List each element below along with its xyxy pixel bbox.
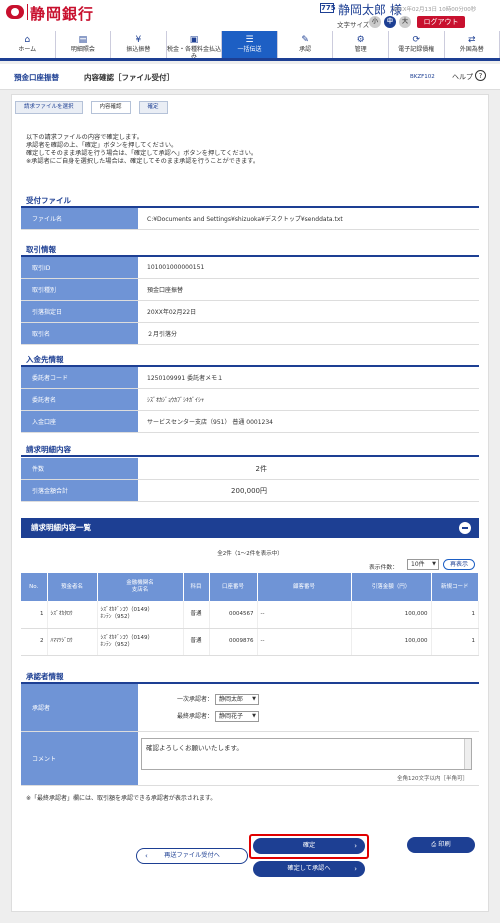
nav-home[interactable]: ⌂ ホーム — [0, 31, 56, 58]
chevron-left-icon: ‹ — [145, 852, 148, 860]
text-size-medium-button[interactable]: 中 — [384, 16, 396, 28]
consignor-code-row: 委託者コード 1250109991 委託者メモ１ — [21, 367, 479, 389]
comment-scrollbar[interactable] — [464, 739, 471, 769]
detail-table: No. 預金者名 金融機関名 支店名 科目 口座番号 顧客番号 引落金額（円） … — [21, 573, 479, 656]
nav-e-receivable[interactable]: ⟳ 電子記録債権 — [389, 31, 445, 58]
approver-row: 承認者 一次承認者： 静岡太郎 最終承認者： 静岡花子 — [21, 684, 479, 732]
logout-button[interactable]: ログアウト — [417, 16, 465, 28]
display-count-select[interactable]: 10件 — [407, 559, 439, 570]
nav-tax-payment[interactable]: ▣ 税金・各種料金払込み — [167, 31, 223, 60]
file-name-row: ファイル名 C:¥Documents and Settings¥shizuoka… — [21, 208, 479, 230]
table-row: 1 ｼｽﾞｵｶﾀﾛｳ ｼｽﾞｵｶｷﾞﾝｺｳ（0149） ﾎﾝﾃﾝ（952） 普通 … — [21, 601, 479, 629]
withdrawal-date-row: 引落指定日 20XX年02月22日 — [21, 301, 479, 323]
pager-text: 全2件（1～2件を表示中） — [217, 551, 283, 557]
intro-text: 以下の請求ファイルの内容で確定します。 承認者を確認の上、「確定」ボタンを押して… — [26, 134, 260, 165]
user-badge: 775 — [320, 3, 336, 13]
column-header: 引落金額（円） — [351, 573, 432, 601]
back-to-resend-button[interactable]: ‹ 再送ファイル受付へ — [136, 848, 248, 864]
consignor-name-row: 委託者名 ｼｽﾞｵｶｼﾞｮｳｶﾌﾞｼｷｶﾞｲｼｬ — [21, 389, 479, 411]
section-heading-transaction: 取引情報 — [26, 245, 56, 254]
management-icon: ⚙ — [356, 35, 365, 45]
first-approver-label: 一次承認者： — [177, 695, 214, 703]
home-icon: ⌂ — [24, 35, 31, 45]
final-approver-select[interactable]: 静岡花子 — [214, 710, 259, 722]
page-category: 預金口座振替 — [14, 73, 59, 82]
text-size-large-button[interactable]: 大 — [399, 16, 411, 28]
section-heading-file: 受付ファイル — [26, 196, 71, 205]
deposit-account-row: 入金口座 サービスセンター支店（951） 普通 0001234 — [21, 411, 479, 433]
nav-approval[interactable]: ✎ 承認 — [278, 31, 334, 58]
nav-transfer[interactable]: ¥ 振込振替 — [111, 31, 167, 58]
nav-management[interactable]: ⚙ 管理 — [333, 31, 389, 58]
confirm-button[interactable]: 確定 › — [253, 838, 365, 854]
text-size-small-button[interactable]: 小 — [369, 16, 381, 28]
column-header: 口座番号 — [209, 573, 258, 601]
first-approver-select[interactable]: 静岡太郎 — [214, 693, 259, 705]
total-amount-row: 引落金額合計 200,000円 — [21, 480, 479, 502]
document-list-icon: ▤ — [78, 35, 88, 45]
transaction-type-row: 取引種別 預金口座振替 — [21, 279, 479, 301]
page-title: 内容確認［ファイル受付］ — [84, 73, 174, 82]
step-indicator: 請求ファイルを選択 内容確認 確定 — [15, 101, 176, 114]
help-link[interactable]: ヘルプ — [452, 72, 473, 82]
confirm-and-approve-button[interactable]: 確定して承認へ › — [253, 861, 365, 877]
e-receivable-icon: ⟳ — [412, 35, 420, 45]
section-heading-summary: 請求明細内容 — [26, 445, 71, 454]
final-approver-label: 最終承認者： — [177, 712, 214, 720]
count-row: 件数 2件 — [21, 458, 479, 480]
print-button[interactable]: ⎙ 印刷 — [407, 837, 475, 853]
column-header: 顧客番号 — [257, 573, 352, 601]
global-nav: ⌂ ホーム ▤ 明細照会 ¥ 振込振替 ▣ 税金・各種料金払込み ☰ 一括伝送 ✎ 承認 ⚙… — [0, 31, 500, 61]
bank-name: 静岡銀行 — [30, 5, 95, 23]
section-rule — [21, 455, 479, 457]
comment-char-limit: 全角120文字以内［半角可］ — [397, 776, 468, 782]
column-header: 新規コード — [431, 573, 479, 601]
help-icon[interactable]: ? — [475, 70, 486, 81]
last-login-time: 20XX年02月13日 10時00分00秒 — [392, 7, 477, 13]
display-count-label: 表示件数： — [369, 565, 398, 571]
page-title-bar: 預金口座振替 内容確認［ファイル受付］ BKZF102 ヘルプ ? — [0, 64, 500, 90]
step-confirm-content: 内容確認 — [90, 101, 131, 114]
transaction-name-row: 取引名 ２月引落分 — [21, 323, 479, 345]
step-finalize: 確定 — [138, 101, 168, 114]
column-header: No. — [21, 573, 48, 601]
collapse-icon[interactable] — [459, 522, 471, 534]
foreign-exchange-icon: ⇄ — [468, 35, 476, 45]
nav-bulk-transmission[interactable]: ☰ 一括伝送 — [222, 31, 278, 58]
section-heading-deposit: 入金先情報 — [26, 355, 64, 364]
table-row: 2 ﾊﾏﾏﾂｼﾞﾛｳ ｼｽﾞｵｶｷﾞﾝｺｳ（0149） ﾎﾝﾃﾝ（952） 普通 … — [21, 628, 479, 656]
redisplay-button[interactable]: 再表示 — [443, 559, 475, 570]
column-header: 金融機関名 支店名 — [97, 573, 184, 601]
logo-divider — [27, 4, 28, 20]
nav-foreign-exchange[interactable]: ⇄ 外国為替 — [445, 31, 500, 58]
section-heading-approver: 承認者情報 — [26, 672, 64, 681]
nav-statements[interactable]: ▤ 明細照会 — [56, 31, 112, 58]
approver-note: ※「最終承認者」欄には、取引額を承認できる承認者が表示されます。 — [26, 795, 217, 802]
comment-textarea[interactable]: 確認よろしくお願いいたします。 — [141, 738, 472, 770]
text-size-label: 文字サイズ — [337, 21, 370, 29]
transaction-id-row: 取引ID 101001000000151 — [21, 257, 479, 279]
bank-logo-icon — [6, 5, 24, 19]
tax-payment-icon: ▣ — [189, 35, 199, 45]
header: 静岡銀行 775 静岡太郎 様 20XX年02月13日 10時00分00秒 文字… — [0, 0, 500, 31]
detail-list-header: 請求明細内容一覧 — [21, 518, 479, 538]
chevron-right-icon: › — [354, 842, 357, 850]
chevron-right-icon: › — [354, 865, 357, 873]
step-select-file: 請求ファイルを選択 — [15, 101, 83, 114]
approval-icon: ✎ — [301, 35, 309, 45]
screen-code: BKZF102 — [410, 74, 435, 80]
column-header: 科目 — [183, 573, 210, 601]
database-icon: ☰ — [245, 35, 254, 45]
column-header: 預金者名 — [47, 573, 98, 601]
yen-transfer-icon: ¥ — [135, 35, 142, 45]
